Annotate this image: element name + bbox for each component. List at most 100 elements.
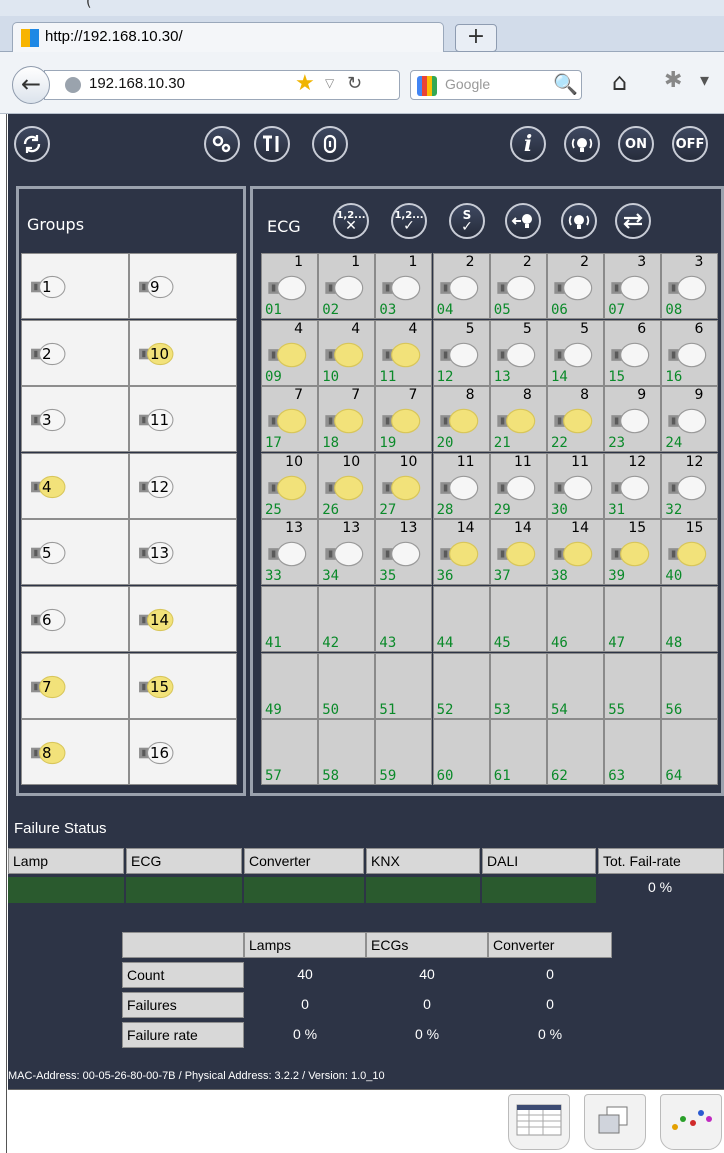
ecg-cell-47[interactable]: 47 bbox=[604, 586, 662, 652]
all-on-button[interactable]: ON bbox=[618, 126, 654, 162]
group-cell-6[interactable]: 6 bbox=[21, 586, 129, 652]
menu-chevron-icon[interactable]: ▾ bbox=[700, 70, 709, 91]
ecg-cell-50[interactable]: 50 bbox=[318, 652, 376, 719]
ecg-cell-60[interactable]: 60 bbox=[432, 719, 490, 786]
ecg-cell-36[interactable]: 14 36 bbox=[432, 519, 490, 586]
swap-button[interactable] bbox=[615, 203, 651, 239]
tools-button[interactable] bbox=[254, 126, 290, 162]
group-cell-14[interactable]: 14 bbox=[129, 586, 237, 652]
group-cell-7[interactable]: 7 bbox=[21, 652, 129, 719]
ecg-cell-03[interactable]: 1 03 bbox=[375, 253, 433, 319]
group-cell-5[interactable]: 5 bbox=[21, 519, 129, 586]
broadcast-lamp-button[interactable] bbox=[564, 126, 600, 162]
ecg-cell-16[interactable]: 6 16 bbox=[661, 319, 719, 386]
ecg-cell-24[interactable]: 9 24 bbox=[661, 386, 719, 453]
bookmark-star-icon[interactable]: ★ bbox=[295, 71, 315, 96]
group-cell-4[interactable]: 4 bbox=[21, 452, 129, 519]
ecg-cell-37[interactable]: 14 37 bbox=[489, 519, 547, 586]
ecg-cell-43[interactable]: 43 bbox=[375, 586, 433, 652]
history-dropdown-icon[interactable]: ▽ bbox=[325, 76, 334, 90]
ecg-cell-63[interactable]: 63 bbox=[604, 719, 662, 786]
ecg-cell-48[interactable]: 48 bbox=[661, 586, 719, 652]
ecg-cell-51[interactable]: 51 bbox=[375, 652, 433, 719]
table-view-button[interactable] bbox=[508, 1094, 570, 1150]
ecg-cell-35[interactable]: 13 35 bbox=[375, 519, 433, 586]
color-view-button[interactable] bbox=[660, 1094, 722, 1150]
ecg-cell-45[interactable]: 45 bbox=[489, 586, 547, 652]
ecg-cell-56[interactable]: 56 bbox=[661, 652, 719, 719]
address-bar[interactable]: 192.168.10.30 ★ ▽ ↻ bbox=[44, 70, 400, 100]
ecg-cell-54[interactable]: 54 bbox=[547, 652, 604, 719]
scene-confirm-button[interactable]: S ✓ bbox=[449, 203, 485, 239]
ecg-cell-04[interactable]: 2 04 bbox=[432, 253, 490, 319]
ecg-cell-14[interactable]: 5 14 bbox=[547, 319, 604, 386]
group-cell-11[interactable]: 11 bbox=[129, 386, 237, 453]
ecg-cell-23[interactable]: 9 23 bbox=[604, 386, 662, 453]
ecg-cell-57[interactable]: 57 bbox=[261, 719, 318, 786]
browser-tab[interactable]: http://192.168.10.30/ bbox=[12, 22, 444, 52]
group-cell-2[interactable]: 2 bbox=[21, 319, 129, 386]
ecg-cell-22[interactable]: 8 22 bbox=[547, 386, 604, 453]
new-tab-button[interactable]: + bbox=[455, 24, 497, 52]
refresh-button[interactable] bbox=[14, 126, 50, 162]
ecg-cell-64[interactable]: 64 bbox=[661, 719, 719, 786]
address-delete-button[interactable]: 1,2... ✕ bbox=[333, 203, 369, 239]
ecg-cell-27[interactable]: 10 27 bbox=[375, 452, 433, 519]
ecg-cell-25[interactable]: 10 25 bbox=[261, 452, 318, 519]
window-view-button[interactable] bbox=[584, 1094, 646, 1150]
ecg-cell-34[interactable]: 13 34 bbox=[318, 519, 376, 586]
identify-lamp-button[interactable] bbox=[561, 203, 597, 239]
ecg-cell-06[interactable]: 2 06 bbox=[547, 253, 604, 319]
ecg-cell-29[interactable]: 11 29 bbox=[489, 452, 547, 519]
all-off-button[interactable]: OFF bbox=[672, 126, 708, 162]
ecg-cell-17[interactable]: 7 17 bbox=[261, 386, 318, 453]
ecg-cell-09[interactable]: 4 09 bbox=[261, 319, 318, 386]
ecg-cell-39[interactable]: 15 39 bbox=[604, 519, 662, 586]
address-confirm-button[interactable]: 1,2... ✓ bbox=[391, 203, 427, 239]
ecg-cell-53[interactable]: 53 bbox=[489, 652, 547, 719]
ecg-cell-42[interactable]: 42 bbox=[318, 586, 376, 652]
ecg-cell-40[interactable]: 15 40 bbox=[661, 519, 719, 586]
ecg-cell-46[interactable]: 46 bbox=[547, 586, 604, 652]
ecg-cell-19[interactable]: 7 19 bbox=[375, 386, 433, 453]
group-cell-3[interactable]: 3 bbox=[21, 386, 129, 453]
ecg-cell-08[interactable]: 3 08 bbox=[661, 253, 719, 319]
ecg-cell-28[interactable]: 11 28 bbox=[432, 452, 490, 519]
group-cell-10[interactable]: 10 bbox=[129, 319, 237, 386]
ecg-cell-18[interactable]: 7 18 bbox=[318, 386, 376, 453]
ecg-cell-55[interactable]: 55 bbox=[604, 652, 662, 719]
search-box[interactable]: Google 🔍 bbox=[410, 70, 582, 100]
ecg-cell-01[interactable]: 1 01 bbox=[261, 253, 318, 319]
group-cell-8[interactable]: 8 bbox=[21, 719, 129, 786]
ecg-cell-05[interactable]: 2 05 bbox=[489, 253, 547, 319]
ecg-cell-44[interactable]: 44 bbox=[432, 586, 490, 652]
group-cell-13[interactable]: 13 bbox=[129, 519, 237, 586]
group-cell-9[interactable]: 9 bbox=[129, 253, 237, 319]
ecg-cell-58[interactable]: 58 bbox=[318, 719, 376, 786]
ecg-cell-30[interactable]: 11 30 bbox=[547, 452, 604, 519]
home-icon[interactable]: ⌂ bbox=[612, 68, 627, 96]
ecg-cell-32[interactable]: 12 32 bbox=[661, 452, 719, 519]
assign-lamp-button[interactable] bbox=[505, 203, 541, 239]
ecg-cell-11[interactable]: 4 11 bbox=[375, 319, 433, 386]
reload-icon[interactable]: ↻ bbox=[347, 73, 362, 94]
ecg-cell-02[interactable]: 1 02 bbox=[318, 253, 376, 319]
ecg-cell-31[interactable]: 12 31 bbox=[604, 452, 662, 519]
ecg-cell-26[interactable]: 10 26 bbox=[318, 452, 376, 519]
group-cell-16[interactable]: 16 bbox=[129, 719, 237, 786]
group-cell-1[interactable]: 1 bbox=[21, 253, 129, 319]
group-cell-15[interactable]: 15 bbox=[129, 652, 237, 719]
ecg-cell-62[interactable]: 62 bbox=[547, 719, 604, 786]
ecg-cell-61[interactable]: 61 bbox=[489, 719, 547, 786]
info-button[interactable]: i bbox=[510, 126, 546, 162]
ecg-cell-12[interactable]: 5 12 bbox=[432, 319, 490, 386]
ecg-cell-33[interactable]: 13 33 bbox=[261, 519, 318, 586]
device-info-button[interactable] bbox=[312, 126, 348, 162]
addon-icon[interactable]: ✱ bbox=[664, 68, 682, 93]
group-cell-12[interactable]: 12 bbox=[129, 452, 237, 519]
ecg-cell-52[interactable]: 52 bbox=[432, 652, 490, 719]
back-button[interactable]: ← bbox=[12, 66, 50, 104]
ecg-cell-07[interactable]: 3 07 bbox=[604, 253, 662, 319]
ecg-cell-59[interactable]: 59 bbox=[375, 719, 433, 786]
ecg-cell-49[interactable]: 49 bbox=[261, 652, 318, 719]
